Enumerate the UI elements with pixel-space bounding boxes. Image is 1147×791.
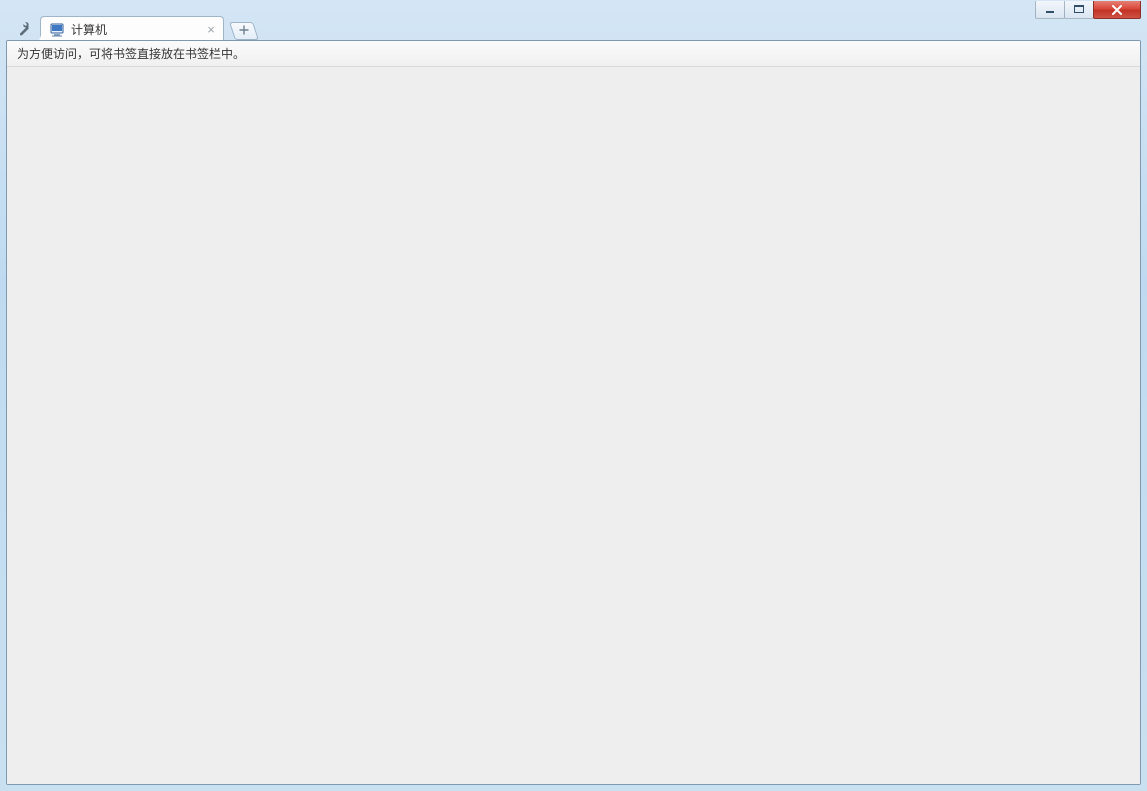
bookmark-bar-hint: 为方便访问，可将书签直接放在书签栏中。 — [17, 45, 245, 62]
plus-icon — [239, 25, 249, 37]
bookmark-bar[interactable]: 为方便访问，可将书签直接放在书签栏中。 — [7, 41, 1140, 67]
close-tab-button[interactable]: × — [205, 24, 217, 36]
tab-strip: 计算机 × — [10, 14, 1137, 42]
wrench-icon — [15, 21, 31, 37]
tab-title: 计算机 — [71, 21, 107, 38]
wrench-menu-button[interactable] — [10, 16, 36, 42]
minimize-icon — [1045, 6, 1055, 14]
maximize-icon — [1074, 5, 1085, 14]
computer-icon — [49, 22, 65, 38]
page-content — [7, 67, 1140, 784]
active-tab[interactable]: 计算机 × — [40, 16, 224, 42]
new-tab-button[interactable] — [229, 22, 259, 40]
browser-window: 计算机 × 为方便访问，可将书签直接放在书签栏中。 — [0, 0, 1147, 791]
close-window-icon — [1111, 5, 1123, 15]
browser-viewport: 为方便访问，可将书签直接放在书签栏中。 — [6, 40, 1141, 785]
